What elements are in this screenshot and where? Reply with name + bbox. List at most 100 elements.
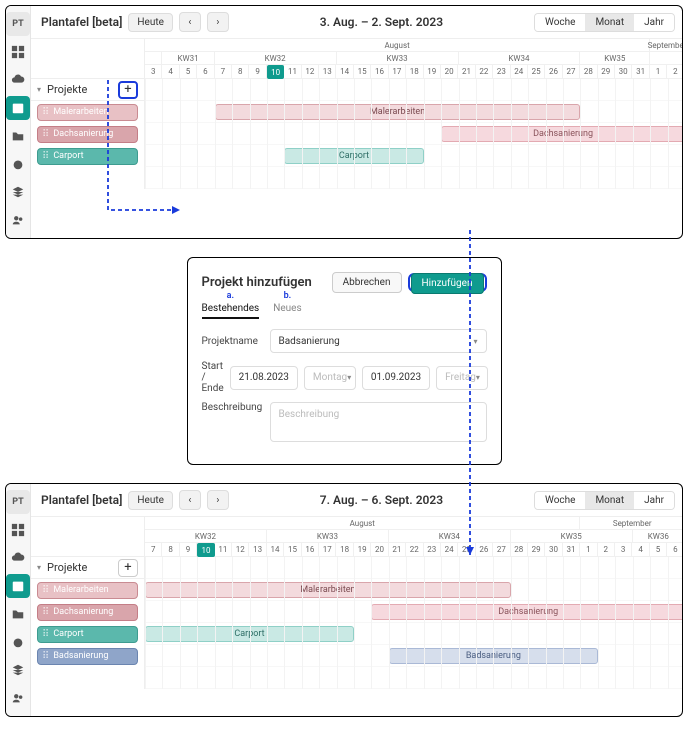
project-row-label[interactable]: Badsanierung bbox=[31, 645, 144, 667]
project-row-label[interactable]: Carport bbox=[31, 145, 144, 167]
project-pill[interactable]: Badsanierung bbox=[37, 648, 138, 665]
day-label[interactable]: 23 bbox=[424, 543, 441, 556]
project-row-label[interactable]: Carport bbox=[31, 623, 144, 645]
gantt-bar[interactable]: Malerarbeiten bbox=[145, 582, 511, 598]
cancel-button[interactable]: Abbrechen bbox=[332, 272, 402, 293]
calendar-icon[interactable] bbox=[6, 574, 30, 598]
day-label[interactable]: 9 bbox=[249, 65, 266, 78]
day-label[interactable]: 9 bbox=[180, 543, 197, 556]
view-year[interactable]: Jahr bbox=[634, 492, 674, 509]
day-label[interactable]: 21 bbox=[389, 543, 406, 556]
project-pill[interactable]: Dachsanierung bbox=[37, 126, 138, 143]
add-project-button[interactable]: + bbox=[118, 559, 138, 577]
day-label[interactable]: 3 bbox=[145, 65, 162, 78]
end-date-input[interactable]: 01.09.2023 bbox=[362, 366, 430, 390]
dashboard-icon[interactable] bbox=[6, 518, 30, 542]
project-pill[interactable]: Malerarbeiten bbox=[37, 104, 138, 121]
day-label[interactable]: 31 bbox=[563, 543, 580, 556]
day-label[interactable]: 30 bbox=[545, 543, 562, 556]
prev-button[interactable]: ‹ bbox=[179, 12, 201, 32]
logo-icon[interactable]: PT bbox=[6, 12, 30, 36]
day-label[interactable]: 19 bbox=[424, 65, 441, 78]
day-label[interactable]: 21 bbox=[458, 65, 475, 78]
day-label[interactable]: 5 bbox=[180, 65, 197, 78]
project-pill[interactable]: Carport bbox=[37, 148, 138, 165]
prev-button[interactable]: ‹ bbox=[179, 490, 201, 510]
calendar-icon[interactable] bbox=[6, 96, 30, 120]
projects-group-header[interactable]: ▾ Projekte + bbox=[31, 79, 144, 101]
add-project-button[interactable]: + bbox=[118, 81, 138, 99]
logo-icon[interactable]: PT bbox=[6, 490, 30, 514]
day-label[interactable]: 25 bbox=[458, 543, 475, 556]
day-label[interactable]: 4 bbox=[632, 543, 649, 556]
day-label[interactable]: 14 bbox=[267, 543, 284, 556]
day-label[interactable]: 25 bbox=[528, 65, 545, 78]
day-label[interactable]: 18 bbox=[336, 543, 353, 556]
end-dow-select[interactable]: Freitag▾ bbox=[436, 366, 488, 390]
view-month[interactable]: Monat bbox=[585, 14, 634, 31]
day-label[interactable]: 15 bbox=[354, 65, 371, 78]
gantt-bar[interactable]: Dachsanierung bbox=[371, 604, 683, 620]
day-label[interactable]: 28 bbox=[580, 65, 597, 78]
tab-existing[interactable]: a. Bestehendes bbox=[202, 303, 260, 319]
day-label[interactable]: 2 bbox=[598, 543, 615, 556]
day-label[interactable]: 27 bbox=[563, 65, 580, 78]
start-date-input[interactable]: 21.08.2023 bbox=[230, 366, 298, 390]
cloud-icon[interactable] bbox=[6, 546, 30, 570]
day-label[interactable]: 13 bbox=[319, 65, 336, 78]
drag-handle-icon[interactable] bbox=[42, 585, 49, 596]
day-label[interactable]: 23 bbox=[493, 65, 510, 78]
day-label[interactable]: 29 bbox=[528, 543, 545, 556]
next-button[interactable]: › bbox=[207, 12, 229, 32]
day-label[interactable]: 31 bbox=[632, 65, 649, 78]
drag-handle-icon[interactable] bbox=[42, 151, 49, 162]
day-label[interactable]: 20 bbox=[441, 65, 458, 78]
day-label[interactable]: 24 bbox=[511, 65, 528, 78]
drag-handle-icon[interactable] bbox=[42, 651, 49, 662]
day-label[interactable]: 14 bbox=[336, 65, 353, 78]
day-label[interactable]: 15 bbox=[284, 543, 301, 556]
day-label[interactable]: 1 bbox=[580, 543, 597, 556]
day-label[interactable]: 26 bbox=[476, 543, 493, 556]
day-label[interactable]: 26 bbox=[545, 65, 562, 78]
day-label[interactable]: 3 bbox=[615, 543, 632, 556]
view-week[interactable]: Woche bbox=[535, 492, 585, 509]
project-pill[interactable]: Malerarbeiten bbox=[37, 582, 138, 599]
day-label[interactable]: 27 bbox=[493, 543, 510, 556]
submit-button[interactable]: Hinzufügen bbox=[411, 273, 484, 294]
day-label[interactable]: 20 bbox=[371, 543, 388, 556]
projects-group-header[interactable]: ▾ Projekte + bbox=[31, 557, 144, 579]
day-label[interactable]: 28 bbox=[511, 543, 528, 556]
day-label[interactable]: 19 bbox=[354, 543, 371, 556]
users-icon[interactable] bbox=[6, 208, 30, 232]
description-input[interactable]: Beschreibung bbox=[270, 402, 487, 442]
view-month[interactable]: Monat bbox=[585, 492, 634, 509]
folder-icon[interactable] bbox=[6, 124, 30, 148]
dashboard-icon[interactable] bbox=[6, 40, 30, 64]
day-label[interactable]: 8 bbox=[162, 543, 179, 556]
users-icon[interactable] bbox=[6, 686, 30, 710]
day-label[interactable]: 5 bbox=[650, 543, 667, 556]
day-label[interactable]: 8 bbox=[232, 65, 249, 78]
layers-icon[interactable] bbox=[6, 180, 30, 204]
day-label[interactable]: 7 bbox=[215, 65, 232, 78]
day-label[interactable]: 17 bbox=[389, 65, 406, 78]
layers-icon[interactable] bbox=[6, 658, 30, 682]
start-dow-select[interactable]: Montag▾ bbox=[304, 366, 356, 390]
today-button[interactable]: Heute bbox=[128, 491, 173, 510]
view-week[interactable]: Woche bbox=[535, 14, 585, 31]
day-label[interactable]: 11 bbox=[215, 543, 232, 556]
project-row-label[interactable]: Malerarbeiten bbox=[31, 101, 144, 123]
project-pill[interactable]: Carport bbox=[37, 626, 138, 643]
day-label[interactable]: 2 bbox=[667, 65, 683, 78]
drag-handle-icon[interactable] bbox=[42, 129, 49, 140]
drag-handle-icon[interactable] bbox=[42, 607, 49, 618]
project-name-select[interactable]: Badsanierung▾ bbox=[270, 329, 487, 353]
day-label[interactable]: 13 bbox=[249, 543, 266, 556]
drag-handle-icon[interactable] bbox=[42, 629, 49, 640]
day-label[interactable]: 30 bbox=[615, 65, 632, 78]
day-label[interactable]: 11 bbox=[284, 65, 301, 78]
day-label[interactable]: 22 bbox=[406, 543, 423, 556]
day-label[interactable]: 16 bbox=[371, 65, 388, 78]
today-button[interactable]: Heute bbox=[128, 13, 173, 32]
